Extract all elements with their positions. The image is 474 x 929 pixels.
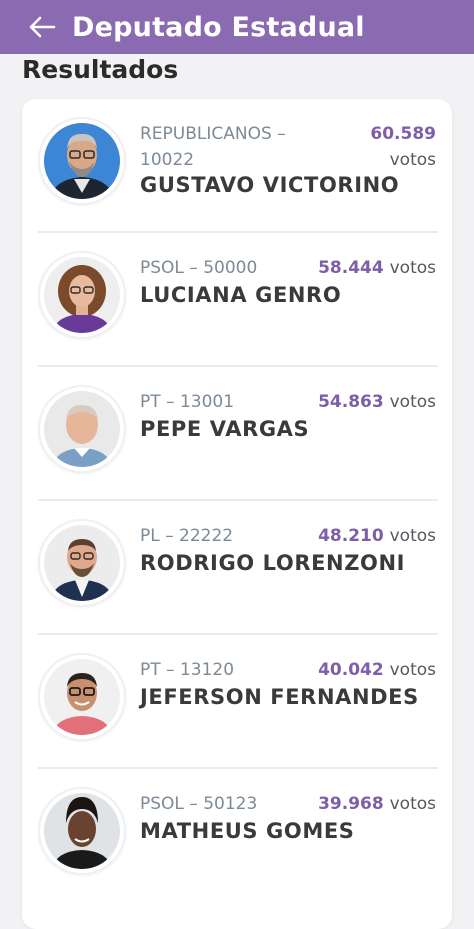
votes-unit: votos [389,660,436,680]
votes-count: 60.589 [370,124,436,144]
candidate-row[interactable]: REPUBLICANOS – 10022 60.589 votos GUSTAV… [38,99,438,233]
arrow-left-icon[interactable] [26,11,58,43]
votes-count: 40.042 [318,660,390,680]
candidate-party: REPUBLICANOS – 10022 [140,124,286,170]
app-bar: Deputado Estadual [0,0,474,54]
candidate-name: MATHEUS GOMES [140,819,355,843]
candidate-row[interactable]: PT – 13001 54.863 votos PEPE VARGAS [38,367,438,501]
votes-unit: votos [389,150,436,170]
votes-count: 54.863 [318,392,390,412]
candidate-name: LUCIANA GENRO [140,283,342,307]
votes-unit: votos [389,526,436,546]
candidate-photo-icon [40,521,124,605]
results-list: REPUBLICANOS – 10022 60.589 votos GUSTAV… [22,99,452,929]
candidate-party: PT – 13001 [140,392,235,412]
candidate-name: GUSTAVO VICTORINO [140,173,400,197]
candidate-party: PL – 22222 [140,526,234,546]
votes-count: 39.968 [318,794,390,814]
votes-count: 58.444 [318,258,390,278]
candidate-row[interactable]: PSOL – 50000 58.444 votos LUCIANA GENRO [38,233,438,367]
candidate-party: PT – 13120 [140,660,235,680]
candidate-votes: 40.042 votos [318,657,436,683]
candidate-name: RODRIGO LORENZONI [140,551,406,575]
votes-unit: votos [389,258,436,278]
votes-count: 48.210 [318,526,390,546]
candidate-votes: 39.968 votos [318,791,436,817]
candidate-votes: 48.210 votos [318,523,436,549]
candidate-name: JEFERSON FERNANDES [140,685,419,709]
candidate-votes: 60.589 votos [356,121,436,173]
candidate-photo-icon [40,253,124,337]
candidate-party: PSOL – 50000 [140,258,258,278]
candidate-row[interactable]: PL – 22222 48.210 votos RODRIGO LORENZON… [38,501,438,635]
candidate-photo-icon [40,387,124,471]
candidate-row[interactable]: PSOL – 50123 39.968 votos MATHEUS GOMES [38,769,436,903]
candidate-photo-icon [40,655,124,739]
candidate-photo-icon [40,119,124,203]
candidate-votes: 58.444 votos [318,255,436,281]
candidate-party: PSOL – 50123 [140,794,258,814]
page-title: Deputado Estadual [72,11,365,43]
candidate-votes: 54.863 votos [318,389,436,415]
candidate-row[interactable]: PT – 13120 40.042 votos JEFERSON FERNAND… [38,635,438,769]
votes-unit: votos [389,794,436,814]
votes-unit: votos [389,392,436,412]
candidate-photo-icon [40,789,124,873]
candidate-name: PEPE VARGAS [140,417,310,441]
section-title: Resultados [22,55,179,84]
